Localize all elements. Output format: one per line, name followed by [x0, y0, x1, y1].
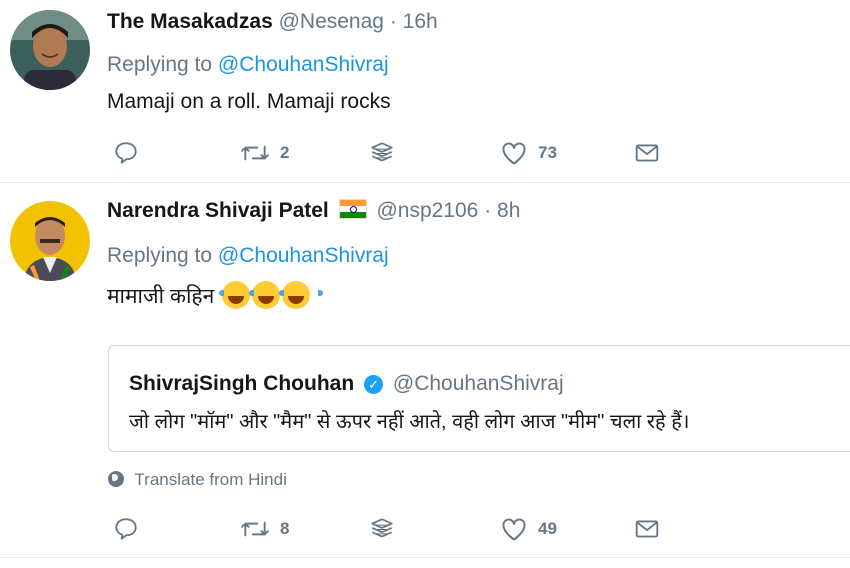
reply-button[interactable]: [113, 514, 139, 544]
tweet-item[interactable]: The Masakadzas @Nesenag · 16h Replying t…: [0, 0, 850, 183]
mention-link[interactable]: @ChouhanShivraj: [218, 244, 389, 267]
tweet-text: मामाजी कहिन: [107, 281, 324, 310]
display-name[interactable]: Narendra Shivaji Patel: [107, 199, 329, 222]
avatar[interactable]: [10, 201, 90, 281]
globe-icon: [108, 471, 124, 487]
replying-prefix: Replying to: [107, 53, 213, 76]
action-bar: 8 49: [107, 514, 687, 544]
timestamp[interactable]: 8h: [497, 199, 520, 222]
tweet-text: Mamaji on a roll. Mamaji rocks: [107, 90, 391, 113]
display-name[interactable]: The Masakadzas: [107, 10, 273, 33]
like-button[interactable]: 49: [500, 514, 557, 544]
user-handle[interactable]: @nsp2106: [376, 199, 478, 222]
retweet-icon: [240, 140, 270, 166]
timestamp[interactable]: 16h: [403, 10, 438, 33]
quoted-display-name[interactable]: ShivrajSingh Chouhan: [129, 372, 354, 395]
like-count: 49: [538, 519, 557, 538]
direct-message-button[interactable]: [634, 514, 660, 544]
quoted-tweet-header: ShivrajSingh Chouhan ✓ @ChouhanShivraj: [129, 372, 564, 396]
stack-icon: [369, 516, 395, 542]
separator-dot: ·: [484, 199, 492, 222]
retweet-button[interactable]: 8: [240, 514, 289, 544]
replying-to: Replying to @ChouhanShivraj: [107, 53, 389, 77]
retweet-count: 2: [280, 143, 290, 162]
mention-link[interactable]: @ChouhanShivraj: [218, 53, 389, 76]
like-count: 73: [538, 143, 557, 162]
retweet-icon: [240, 516, 270, 542]
tears-of-joy-emoji-icon: [279, 281, 324, 309]
heart-icon: [500, 140, 528, 166]
translate-link[interactable]: Translate from Hindi: [108, 470, 287, 490]
stack-button[interactable]: [369, 514, 395, 544]
retweet-button[interactable]: 2: [240, 138, 289, 168]
stack-button[interactable]: [369, 138, 395, 168]
tweet-header: Narendra Shivaji Patel @nsp2106 · 8h: [107, 199, 520, 223]
envelope-icon: [634, 516, 660, 542]
reply-button[interactable]: [113, 138, 139, 168]
action-bar: 2 73: [107, 138, 687, 168]
tweet-item[interactable]: Narendra Shivaji Patel @nsp2106 · 8h Rep…: [0, 184, 850, 558]
retweet-count: 8: [280, 519, 290, 538]
user-handle[interactable]: @Nesenag: [279, 10, 384, 33]
tweet-text-body: मामाजी कहिन: [107, 285, 215, 308]
separator-dot: ·: [389, 10, 397, 33]
direct-message-button[interactable]: [634, 138, 660, 168]
translate-label[interactable]: Translate from Hindi: [134, 470, 286, 489]
tweet-header: The Masakadzas @Nesenag · 16h: [107, 10, 438, 34]
india-flag-icon: [338, 199, 367, 219]
quoted-tweet-text: जो लोग "मॉम" और "मैम" से ऊपर नहीं आते, व…: [129, 411, 690, 433]
stack-icon: [369, 140, 395, 166]
quoted-user-handle[interactable]: @ChouhanShivraj: [393, 372, 564, 395]
envelope-icon: [634, 140, 660, 166]
heart-icon: [500, 516, 528, 542]
tears-of-joy-emoji-icon: [219, 281, 264, 309]
replying-prefix: Replying to: [107, 244, 213, 267]
reply-icon: [113, 516, 139, 542]
tears-of-joy-emoji-icon: [249, 281, 294, 309]
replying-to: Replying to @ChouhanShivraj: [107, 244, 389, 268]
avatar[interactable]: [10, 10, 90, 90]
like-button[interactable]: 73: [500, 138, 557, 168]
reply-icon: [113, 140, 139, 166]
verified-badge-icon: ✓: [364, 375, 384, 394]
quoted-tweet[interactable]: ShivrajSingh Chouhan ✓ @ChouhanShivraj ज…: [108, 345, 850, 452]
